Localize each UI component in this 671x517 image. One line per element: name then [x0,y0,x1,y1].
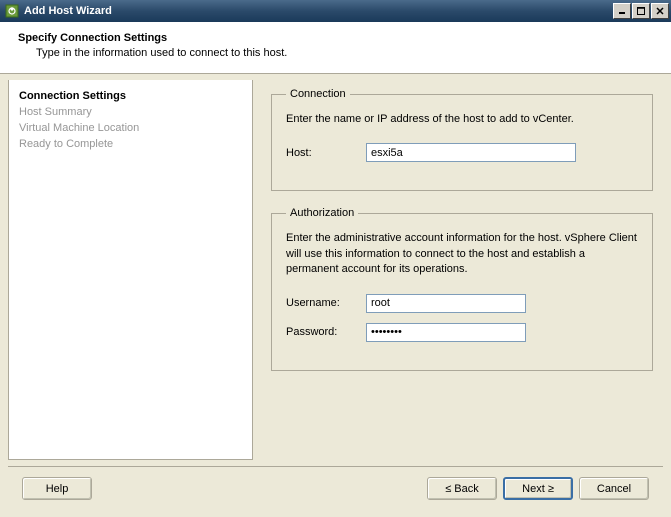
titlebar[interactable]: Add Host Wizard [0,0,671,22]
connection-group: Connection Enter the name or IP address … [271,88,653,191]
connection-legend: Connection [286,88,350,100]
window-title: Add Host Wizard [24,5,612,17]
connection-instruction: Enter the name or IP address of the host… [286,112,638,127]
authorization-group: Authorization Enter the administrative a… [271,207,653,370]
authorization-instruction: Enter the administrative account informa… [286,231,638,277]
cancel-button[interactable]: Cancel [579,477,649,500]
maximize-button[interactable] [632,3,650,19]
back-button[interactable]: ≤ Back [427,477,497,500]
minimize-button[interactable] [613,3,631,19]
step-ready-complete: Ready to Complete [19,136,242,152]
help-button[interactable]: Help [22,477,92,500]
host-label: Host: [286,147,366,159]
page-title: Specify Connection Settings [18,32,653,44]
step-host-summary: Host Summary [19,104,242,120]
username-input[interactable] [366,294,526,313]
page-subtitle: Type in the information used to connect … [18,47,653,59]
username-label: Username: [286,297,366,309]
password-label: Password: [286,326,366,338]
window-controls [612,3,669,19]
header-panel: Specify Connection Settings Type in the … [0,22,671,74]
wizard-main-panel: Connection Enter the name or IP address … [253,74,671,466]
next-button[interactable]: Next ≥ [503,477,573,500]
app-icon [4,3,20,19]
authorization-legend: Authorization [286,207,358,219]
password-input[interactable] [366,323,526,342]
host-input[interactable] [366,143,576,162]
wizard-steps-sidebar: Connection Settings Host Summary Virtual… [8,80,253,460]
close-button[interactable] [651,3,669,19]
wizard-body: Connection Settings Host Summary Virtual… [0,74,671,466]
step-connection-settings[interactable]: Connection Settings [19,88,242,104]
wizard-footer: Help ≤ Back Next ≥ Cancel [8,466,663,510]
step-vm-location: Virtual Machine Location [19,120,242,136]
